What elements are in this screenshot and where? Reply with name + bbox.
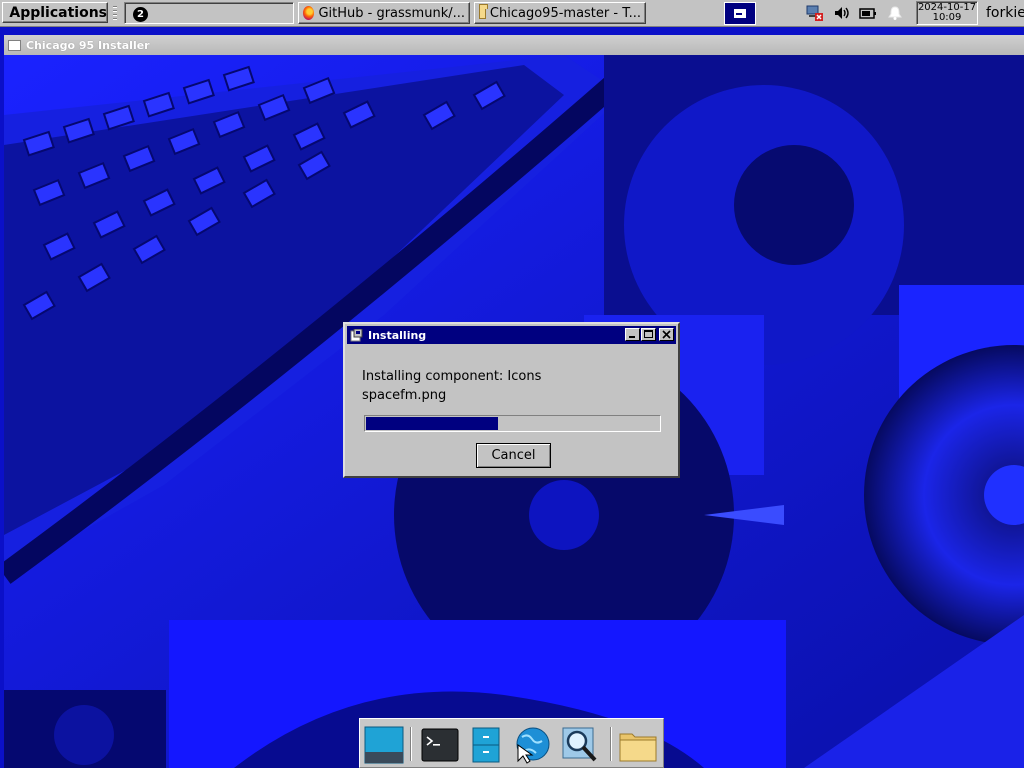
- web-browser-icon[interactable]: [512, 725, 552, 765]
- dock-separator: [610, 727, 612, 761]
- applications-label: Applications: [9, 4, 107, 21]
- folder-icon: [479, 4, 488, 19]
- window-icon: [734, 9, 746, 18]
- dialog-message: Installing component: Icons spacefm.png: [362, 367, 541, 405]
- workspace-number-badge: 2: [133, 7, 148, 22]
- maximize-button[interactable]: [641, 328, 656, 341]
- install-progress-bar: [364, 415, 661, 432]
- dialog-titlebar[interactable]: Installing: [347, 326, 676, 344]
- taskbar-button-chicago95-folder[interactable]: Chicago95-master - T...: [474, 2, 646, 24]
- dock-separator: [410, 727, 412, 761]
- applications-menu-button[interactable]: Applications: [2, 2, 108, 23]
- taskbar-label: GitHub - grassmunk/...: [318, 5, 465, 21]
- app-finder-icon[interactable]: [560, 725, 600, 765]
- firefox-icon: [303, 6, 315, 20]
- minimize-icon: [629, 336, 635, 338]
- installing-component-text: Installing component: Icons: [362, 369, 542, 384]
- top-panel: Applications 2 GitHub - grassmunk/... Ch…: [0, 0, 1024, 27]
- maximize-icon: [644, 330, 653, 338]
- volume-icon[interactable]: [833, 5, 851, 21]
- clock-time: 10:09: [932, 12, 962, 23]
- bottom-dock: [359, 718, 664, 768]
- installing-dialog: Installing Installing component: Icons s…: [343, 322, 680, 478]
- battery-icon[interactable]: [859, 5, 877, 21]
- minimize-button[interactable]: [625, 328, 640, 341]
- installer-icon: [350, 328, 363, 341]
- taskbar-label: Chicago95-master - T...: [489, 5, 641, 21]
- home-folder-icon[interactable]: [618, 725, 658, 765]
- file-manager-drawer-icon[interactable]: [466, 725, 506, 765]
- close-icon: [662, 330, 671, 339]
- close-button[interactable]: [659, 328, 674, 341]
- clock[interactable]: 2024-10-17 10:09: [916, 1, 978, 25]
- workspace-switcher[interactable]: 2: [124, 2, 294, 24]
- progress-fill: [366, 417, 498, 430]
- installer-app-icon: [8, 39, 21, 51]
- current-file-text: spacefm.png: [362, 388, 447, 403]
- network-disconnected-icon[interactable]: [806, 5, 824, 21]
- installer-title: Chicago 95 Installer: [26, 38, 150, 52]
- dialog-title: Installing: [368, 328, 427, 342]
- cancel-button[interactable]: Cancel: [476, 443, 551, 468]
- show-desktop-button[interactable]: [724, 2, 756, 25]
- user-menu[interactable]: forkie: [986, 5, 1024, 21]
- taskbar-button-github[interactable]: GitHub - grassmunk/...: [298, 2, 470, 24]
- terminal-icon[interactable]: [420, 725, 460, 765]
- show-desktop-icon[interactable]: [364, 725, 404, 765]
- installer-titlebar[interactable]: Chicago 95 Installer: [4, 35, 1024, 55]
- panel-grip[interactable]: [113, 6, 117, 20]
- notification-bell-icon[interactable]: [886, 5, 904, 21]
